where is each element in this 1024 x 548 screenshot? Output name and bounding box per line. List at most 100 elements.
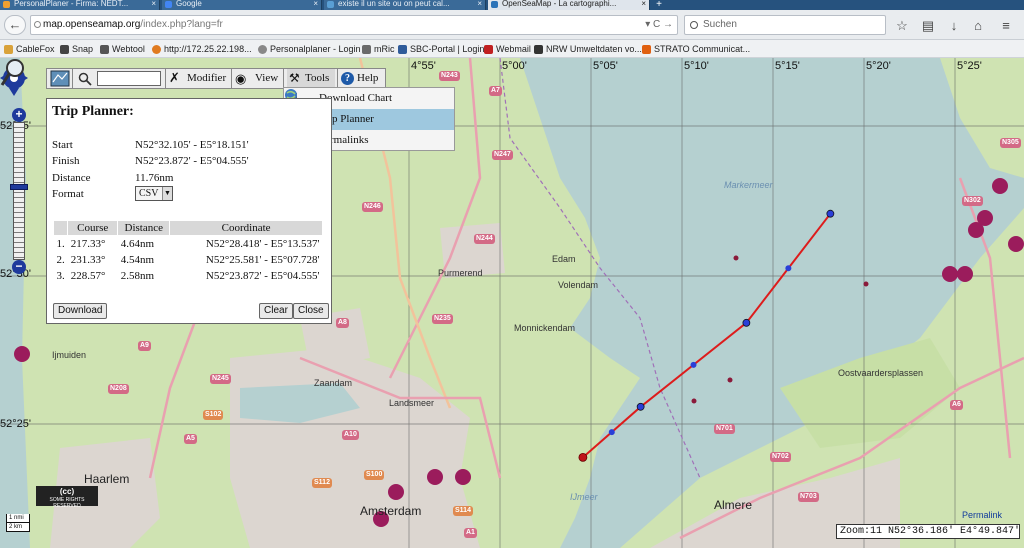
download-button[interactable]: Download	[53, 303, 108, 319]
close-tab-icon[interactable]: ×	[641, 0, 646, 8]
search-input[interactable]: Suchen	[684, 15, 886, 35]
route-waypoint-marker[interactable]	[826, 209, 835, 218]
table-row: 2. 231.33° 4.54nm N52°25.581' - E5°07.72…	[54, 252, 323, 268]
bookmark-item[interactable]: SBC-Portal | Login	[398, 42, 484, 56]
place-label: Volendam	[558, 280, 599, 290]
zoom-in-button[interactable]: +	[12, 108, 26, 122]
bookmark-item[interactable]: Webmail	[484, 42, 531, 56]
longitude-label: 5°15'	[775, 60, 800, 72]
zoom-coordinate-readout: Zoom:11 N52°36.186' E4°49.847'	[836, 524, 1020, 539]
place-label: Oostvaardersplassen	[838, 368, 924, 378]
home-icon[interactable]: ⌂	[970, 18, 986, 34]
bookmark-item[interactable]: STRATO Communicat...	[642, 42, 750, 56]
downloads-icon[interactable]: ↓	[946, 18, 962, 34]
bookmark-star-icon[interactable]: ☆	[894, 18, 910, 34]
browser-tab-strip: PersonalPlaner - Firma: NEDT... × Google ×…	[0, 0, 1024, 10]
url-bar[interactable]: map.openseamap.org/index.php?lang=fr ▾ C…	[30, 15, 678, 35]
route-midpoint-marker[interactable]	[690, 361, 697, 368]
search-icon	[690, 21, 698, 29]
tools-menu-button[interactable]: ⚒ Tools	[287, 69, 336, 88]
close-tab-icon[interactable]: ×	[477, 0, 482, 8]
route-midpoint-marker[interactable]	[785, 265, 792, 272]
bookmark-item[interactable]: Snap	[60, 42, 93, 56]
place-label: IJmeer	[570, 492, 598, 502]
place-label: Zaandam	[314, 378, 353, 388]
bookmark-icon	[534, 45, 543, 54]
new-tab-button[interactable]: +	[652, 0, 666, 10]
row-number: 2.	[56, 253, 65, 266]
map-canvas[interactable]: 4°55' 5°00' 5°05' 5°10' 5°15' 5°20' 5°25…	[0, 58, 1024, 548]
place-label: Markermeer	[724, 180, 773, 190]
distance-cell: 2.58nm	[120, 269, 155, 282]
favicon-icon	[327, 1, 334, 8]
back-button[interactable]: ←	[4, 15, 26, 35]
browser-tab[interactable]: existe il un site ou on peut cal... ×	[324, 0, 486, 10]
bookmark-item[interactable]: mRic	[362, 42, 395, 56]
road-shield: S112	[312, 478, 332, 488]
help-menu[interactable]: ? Help	[341, 69, 378, 88]
route-waypoint-marker[interactable]	[742, 318, 751, 327]
browser-tab[interactable]: PersonalPlaner - Firma: NEDT... ×	[0, 0, 160, 10]
road-shield: N701	[714, 424, 735, 434]
close-tab-icon[interactable]: ×	[313, 0, 318, 8]
bookmark-item[interactable]: Webtool	[100, 42, 145, 56]
favicon-icon	[491, 1, 498, 8]
course-cell: 228.57°	[70, 269, 106, 282]
map-toolbar: ✗ Modifier ◉ View ⚒ Tools ? Help	[46, 68, 386, 89]
column-header: Distance	[117, 220, 171, 236]
route-waypoint-marker[interactable]	[636, 402, 645, 411]
favicon-icon	[3, 1, 10, 8]
reload-icon[interactable]: ▾ C →	[645, 16, 673, 34]
bookmark-item[interactable]: NRW Umweltdaten vo...	[534, 42, 642, 56]
bookmark-icon	[4, 45, 13, 54]
view-menu[interactable]: ◉ View	[235, 69, 278, 88]
zoom-out-button[interactable]: −	[12, 260, 26, 274]
coordinate-cell: N52°28.418' - E5°13.537'	[205, 237, 320, 250]
browser-tab[interactable]: Google ×	[162, 0, 322, 10]
search-icon[interactable]	[78, 72, 92, 86]
column-header: Course	[67, 220, 119, 236]
bookmark-item[interactable]: CableFox	[4, 42, 55, 56]
bookmark-item[interactable]: Personalplaner - Login	[258, 42, 361, 56]
road-shield: S100	[364, 470, 385, 480]
coordinate-cell: N52°25.581' - E5°07.728'	[205, 253, 320, 266]
creative-commons-badge[interactable]: (cc) SOME RIGHTS RESERVED	[36, 486, 98, 509]
route-finish-marker[interactable]	[578, 452, 588, 462]
browser-tab-active[interactable]: OpenSeaMap - La cartographi... ×	[488, 0, 650, 10]
row-number: 3.	[56, 269, 65, 282]
road-shield: N703	[798, 492, 819, 502]
format-select[interactable]: CSV ▼	[135, 186, 173, 201]
close-button[interactable]: Close	[293, 303, 329, 319]
zoom-slider-track[interactable]	[13, 122, 25, 260]
route-midpoint-marker[interactable]	[608, 429, 615, 436]
road-shield: A6	[950, 400, 963, 410]
road-shield: S114	[453, 506, 473, 516]
course-cell: 217.33°	[70, 237, 106, 250]
clear-button[interactable]: Clear	[259, 303, 293, 319]
road-shield: A8	[336, 318, 349, 328]
place-label: Landsmeer	[389, 398, 435, 408]
table-row: 1. 217.33° 4.64nm N52°28.418' - E5°13.53…	[54, 236, 323, 252]
permalink-link[interactable]: Permalink	[962, 510, 1002, 520]
site-info-icon[interactable]	[34, 21, 41, 28]
format-label: Format	[52, 188, 84, 200]
road-shield: N302	[962, 196, 983, 206]
zoom-slider-handle[interactable]	[10, 184, 28, 190]
layers-icon[interactable]	[50, 70, 70, 87]
wrench-icon: ⚒	[289, 71, 300, 85]
menu-icon[interactable]: ≡	[998, 18, 1014, 34]
road-shield: N243	[439, 71, 460, 81]
road-shield: A5	[184, 434, 197, 444]
bookmark-item[interactable]: http://172.25.22.198...	[152, 42, 252, 56]
reading-list-icon[interactable]: ▤	[920, 18, 936, 34]
eye-icon: ◉	[235, 71, 247, 86]
modifier-menu[interactable]: ✗ Modifier	[169, 69, 226, 88]
place-label: Ijmuiden	[52, 350, 87, 360]
place-label: Monnickendam	[514, 323, 576, 333]
place-search-input[interactable]	[97, 71, 161, 86]
magnifier-icon[interactable]	[0, 58, 26, 88]
close-tab-icon[interactable]: ×	[151, 0, 156, 8]
table-row: 3. 228.57° 2.58nm N52°23.872' - E5°04.55…	[54, 268, 323, 284]
route-line[interactable]	[582, 213, 832, 459]
road-shield: A9	[138, 341, 151, 351]
